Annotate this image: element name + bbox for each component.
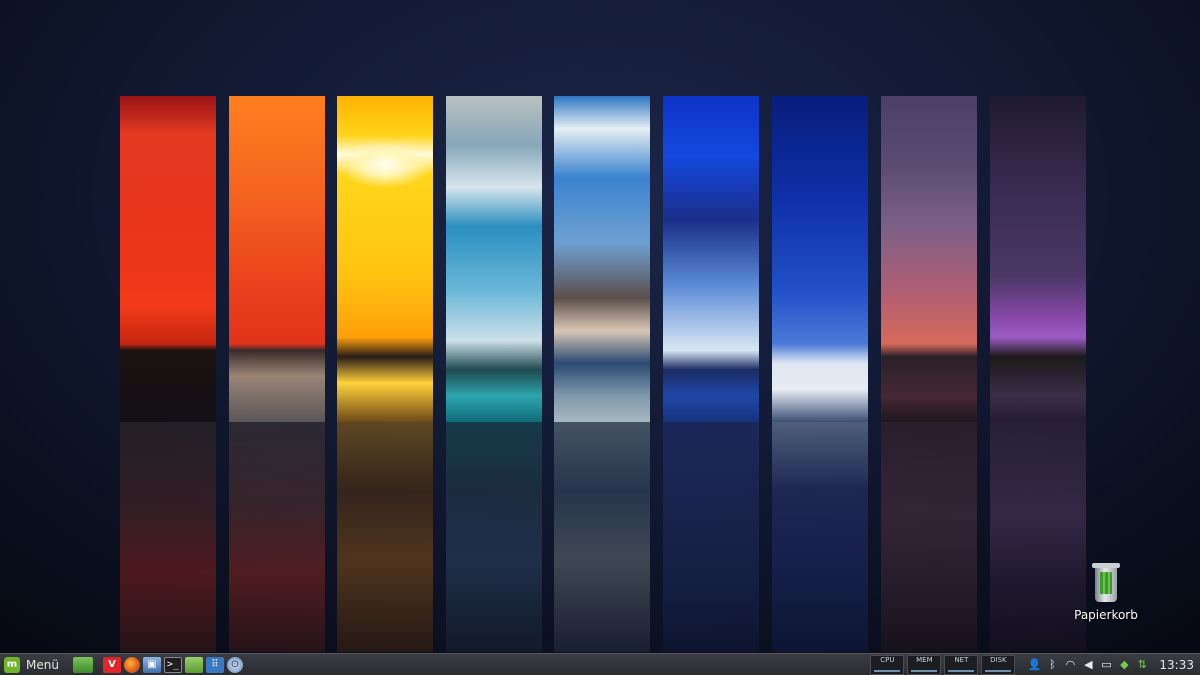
wallpaper-reflection [663,422,759,652]
app-grid-icon[interactable]: ⠿ [205,656,224,673]
menu-label: Menü [26,657,59,672]
wallpaper-reflection [337,422,433,652]
wallpaper-panel-purple [990,96,1086,422]
menu-button[interactable]: m Menü [0,655,65,675]
wallpaper-reflection [446,422,542,652]
wallpaper-panel-cyan [446,96,542,422]
taskbar: m Menü V ▣ >_ ⠿ ⊙ CPU MEM NET DISK 👤 ᛒ ◠… [0,653,1200,675]
monitor-graph [874,669,901,672]
user-icon[interactable]: 👤 [1027,658,1042,672]
bluetooth-icon[interactable]: ᛒ [1045,658,1059,672]
monitor-label: MEM [916,655,933,664]
cpu-monitor[interactable]: CPU [870,654,905,675]
keyboard-icon[interactable]: ▭ [1099,658,1113,672]
monitor-graph [911,669,938,672]
show-desktop-icon[interactable] [72,656,93,673]
monitor-label: CPU [880,655,895,664]
wallpaper-reflection [229,422,325,652]
disk-monitor[interactable]: DISK [981,654,1016,675]
desktop[interactable]: Papierkorb [0,0,1200,653]
update-icon[interactable]: ⇅ [1135,658,1149,672]
wallpaper-reflection [120,422,216,652]
wifi-icon[interactable]: ◠ [1063,658,1077,672]
shield-icon[interactable]: ◆ [1117,658,1131,672]
lock-screen-icon[interactable]: ⊙ [226,656,243,673]
system-tray: 👤 ᛒ ◠ ◀ ▭ ◆ ⇅ [1025,658,1151,672]
monitor-graph [985,669,1012,672]
monitor-label: DISK [990,655,1007,664]
wallpaper-panel-red [120,96,216,422]
monitor-graph [948,669,975,672]
wallpaper-panel-sky [554,96,650,422]
net-monitor[interactable]: NET [944,654,979,675]
image-viewer-icon[interactable]: ▣ [142,656,161,673]
firefox-icon[interactable] [123,656,140,673]
wallpaper-panel-deep-blue [772,96,868,422]
folder-icon[interactable] [184,656,203,673]
vivaldi-browser-icon[interactable]: V [102,656,121,673]
terminal-icon[interactable]: >_ [163,656,182,673]
wallpaper-panel-yellow [337,96,433,422]
wallpaper-reflection [554,422,650,652]
wallpaper-panel-mauve [881,96,977,422]
clock[interactable]: 13:33 [1159,658,1194,672]
trash-icon [1092,563,1120,602]
desktop-icon-label: Papierkorb [1074,608,1138,622]
wallpaper-reflection [772,422,868,652]
sun-glow [337,140,433,188]
linux-mint-logo-icon: m [4,656,20,673]
wallpaper-panel-blue [663,96,759,422]
mem-monitor[interactable]: MEM [907,654,942,675]
wallpaper-reflection [881,422,977,652]
volume-icon[interactable]: ◀ [1081,658,1095,672]
desktop-icon-trash[interactable]: Papierkorb [1068,563,1144,622]
wallpaper-panel-orange [229,96,325,422]
monitor-label: NET [954,655,969,664]
